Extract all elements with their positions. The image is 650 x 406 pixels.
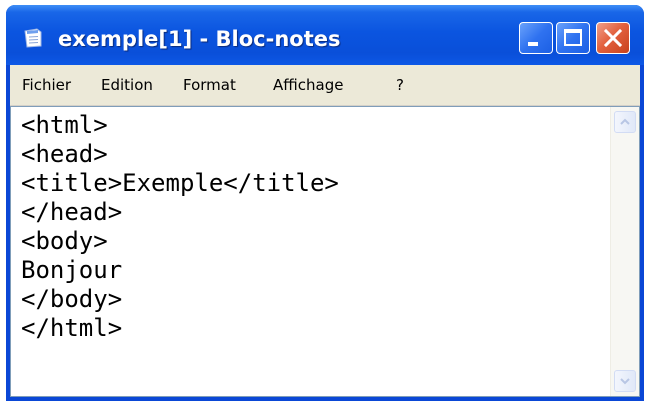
notepad-icon[interactable]: [22, 28, 44, 48]
editor-line: </html>: [21, 314, 123, 342]
maximize-button[interactable]: [556, 22, 590, 54]
menu-item-affichage[interactable]: Affichage: [273, 76, 343, 94]
text-editor[interactable]: <html> <head> <title>Exemple</title> </h…: [10, 106, 640, 397]
scroll-up-button[interactable]: [614, 111, 636, 133]
editor-line: <html>: [21, 111, 108, 139]
title-bar[interactable]: exemple[1] - Bloc-notes: [6, 5, 644, 65]
menu-bar: Fichier Edition Format Affichage ?: [10, 65, 640, 106]
editor-line: <head>: [21, 140, 108, 168]
scroll-down-button[interactable]: [614, 370, 636, 392]
notepad-window: exemple[1] - Bloc-notes Fichier Edition …: [6, 5, 644, 401]
editor-line: </head>: [21, 198, 123, 226]
chevron-down-icon: [620, 378, 630, 385]
menu-item-format[interactable]: Format: [183, 76, 236, 94]
editor-line: <title>Exemple</title>: [21, 169, 339, 197]
editor-line: </body>: [21, 285, 123, 313]
menu-item-fichier[interactable]: Fichier: [22, 76, 71, 94]
menu-item-help[interactable]: ?: [396, 76, 404, 94]
close-icon: [603, 28, 623, 48]
window-title: exemple[1] - Bloc-notes: [58, 27, 341, 51]
close-button[interactable]: [596, 22, 630, 54]
editor-line: <body>: [21, 227, 108, 255]
editor-line: Bonjour: [21, 256, 123, 284]
minimize-icon: [528, 42, 538, 46]
editor-content[interactable]: <html> <head> <title>Exemple</title> </h…: [21, 111, 339, 343]
menu-item-edition[interactable]: Edition: [101, 76, 153, 94]
vertical-scrollbar[interactable]: [610, 107, 639, 396]
maximize-icon: [564, 29, 582, 46]
minimize-button[interactable]: [519, 22, 553, 54]
chevron-up-icon: [620, 118, 630, 125]
